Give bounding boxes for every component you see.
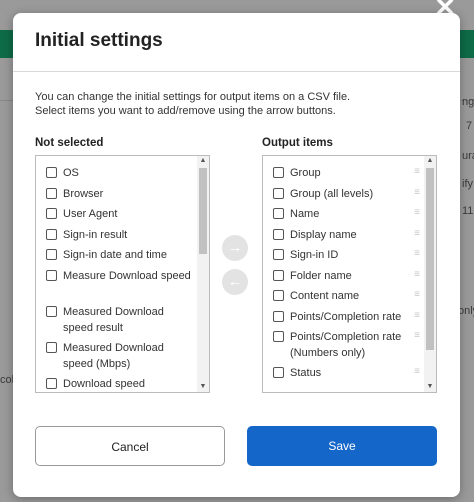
list-item[interactable]: Sign-in date and time xyxy=(36,247,195,268)
item-label: Folder name xyxy=(290,269,352,282)
background-text: only xyxy=(458,305,474,317)
checkbox[interactable] xyxy=(273,269,284,281)
checkbox[interactable] xyxy=(273,208,284,219)
item-label: Sign-in result xyxy=(63,228,128,241)
item-label: Name xyxy=(290,208,320,220)
checkbox[interactable] xyxy=(273,290,284,301)
checkbox[interactable] xyxy=(46,377,57,389)
checkbox[interactable] xyxy=(46,341,57,353)
checkbox[interactable] xyxy=(273,367,284,378)
add-arrow-button[interactable]: → xyxy=(222,235,248,261)
cancel-button[interactable]: Cancel xyxy=(35,426,225,466)
not-selected-label: Not selected xyxy=(35,137,104,149)
scrollbar-thumb[interactable] xyxy=(199,168,207,254)
list-item[interactable]: Browser xyxy=(36,186,195,207)
drag-handle-icon[interactable]: ≡ xyxy=(414,249,420,259)
list-item[interactable]: Points/Completion rate (Numbers only) ≡ xyxy=(263,329,422,365)
scroll-up-icon[interactable]: ▲ xyxy=(424,157,436,165)
item-label: Content name xyxy=(290,290,360,302)
item-label: Measure Download speed xyxy=(63,269,191,282)
drag-handle-icon[interactable]: ≡ xyxy=(414,187,420,198)
checkbox[interactable] xyxy=(273,331,284,342)
checkbox[interactable] xyxy=(46,305,57,317)
list-item[interactable]: Measured Download speed result xyxy=(36,304,195,340)
item-label: Display name xyxy=(290,228,357,241)
item-label: Group xyxy=(290,167,321,179)
list-item[interactable]: User Agent xyxy=(36,206,195,227)
description-line: You can change the initial settings for … xyxy=(35,91,351,103)
background-text: ura xyxy=(462,150,474,162)
drag-handle-icon[interactable]: ≡ xyxy=(414,331,420,341)
drag-handle-icon[interactable]: ≡ xyxy=(414,310,420,321)
list-item[interactable]: Group ≡ xyxy=(263,165,422,186)
drag-handle-icon[interactable]: ≡ xyxy=(414,269,420,280)
list-item[interactable]: Content name ≡ xyxy=(263,288,422,309)
item-label: Measured Download speed result xyxy=(63,305,164,334)
output-items-scrollbar[interactable]: ▲ ▼ xyxy=(424,156,436,392)
list-item[interactable]: Download speed xyxy=(36,376,195,393)
background-text: 7 xyxy=(466,120,473,132)
scroll-down-icon[interactable]: ▼ xyxy=(424,383,436,391)
item-label: Download speed xyxy=(63,377,145,390)
list-item[interactable]: Measure Download speed xyxy=(36,268,195,304)
checkbox[interactable] xyxy=(273,228,284,240)
dialog-title: Initial settings xyxy=(35,30,163,51)
background-text: ify xyxy=(462,178,473,190)
item-label: Measured Download speed (Mbps) xyxy=(63,341,164,370)
checkbox[interactable] xyxy=(273,310,284,322)
checkbox[interactable] xyxy=(46,187,57,199)
save-button[interactable]: Save xyxy=(247,426,437,466)
item-label: Sign-in ID xyxy=(290,249,339,261)
remove-arrow-button[interactable]: ← xyxy=(222,269,248,295)
title-divider xyxy=(13,71,460,72)
checkbox[interactable] xyxy=(46,208,57,219)
output-items-listbox[interactable]: Group ≡ Group (all levels) ≡ Name ≡ Display… xyxy=(262,155,437,393)
background-text: col xyxy=(0,374,15,386)
not-selected-scrollbar[interactable]: ▲ ▼ xyxy=(197,156,209,392)
scroll-down-icon[interactable]: ▼ xyxy=(197,383,209,391)
checkbox[interactable] xyxy=(273,249,284,260)
item-label: Browser xyxy=(63,187,104,200)
checkbox[interactable] xyxy=(46,228,57,240)
not-selected-listbox[interactable]: OS Browser User Agent Sign-in result Sig… xyxy=(35,155,210,393)
checkbox[interactable] xyxy=(273,167,284,178)
list-item[interactable]: Folder name ≡ xyxy=(263,268,422,289)
drag-handle-icon[interactable]: ≡ xyxy=(414,208,420,218)
list-item[interactable]: Name ≡ xyxy=(263,206,422,227)
list-item[interactable]: Sign-in result xyxy=(36,227,195,248)
item-label: Sign-in date and time xyxy=(63,249,167,261)
scrollbar-thumb[interactable] xyxy=(426,168,434,350)
checkbox[interactable] xyxy=(46,269,57,281)
item-label: Status xyxy=(290,367,322,379)
output-items-label: Output items xyxy=(262,137,333,149)
dialog-description: You can change the initial settings for … xyxy=(35,90,435,118)
scroll-up-icon[interactable]: ▲ xyxy=(197,157,209,165)
item-label: Points/Completion rate xyxy=(290,310,402,323)
list-item[interactable]: OS xyxy=(36,165,195,186)
initial-settings-dialog: Initial settings You can change the init… xyxy=(13,13,460,497)
item-label: Points/Completion rate (Numbers only) xyxy=(290,331,402,359)
item-label: Group (all levels) xyxy=(290,187,374,200)
list-item[interactable]: Display name ≡ xyxy=(263,227,422,248)
drag-handle-icon[interactable]: ≡ xyxy=(414,228,420,239)
background-text: 11- xyxy=(462,205,474,217)
background-text: ng xyxy=(462,96,474,108)
drag-handle-icon[interactable]: ≡ xyxy=(414,290,420,300)
drag-handle-icon[interactable]: ≡ xyxy=(414,167,420,177)
checkbox[interactable] xyxy=(46,249,57,260)
item-label: OS xyxy=(63,167,79,179)
item-label: User Agent xyxy=(63,208,118,220)
drag-handle-icon[interactable]: ≡ xyxy=(414,367,420,377)
checkbox[interactable] xyxy=(273,187,284,199)
list-item[interactable]: Sign-in ID ≡ xyxy=(263,247,422,268)
list-item[interactable]: Group (all levels) ≡ xyxy=(263,186,422,207)
checkbox[interactable] xyxy=(46,167,57,178)
list-item[interactable]: Measured Download speed (Mbps) xyxy=(36,340,195,376)
description-line: Select items you want to add/remove usin… xyxy=(35,105,336,117)
list-item[interactable]: Status ≡ xyxy=(263,365,422,386)
list-item[interactable]: Points/Completion rate ≡ xyxy=(263,309,422,330)
